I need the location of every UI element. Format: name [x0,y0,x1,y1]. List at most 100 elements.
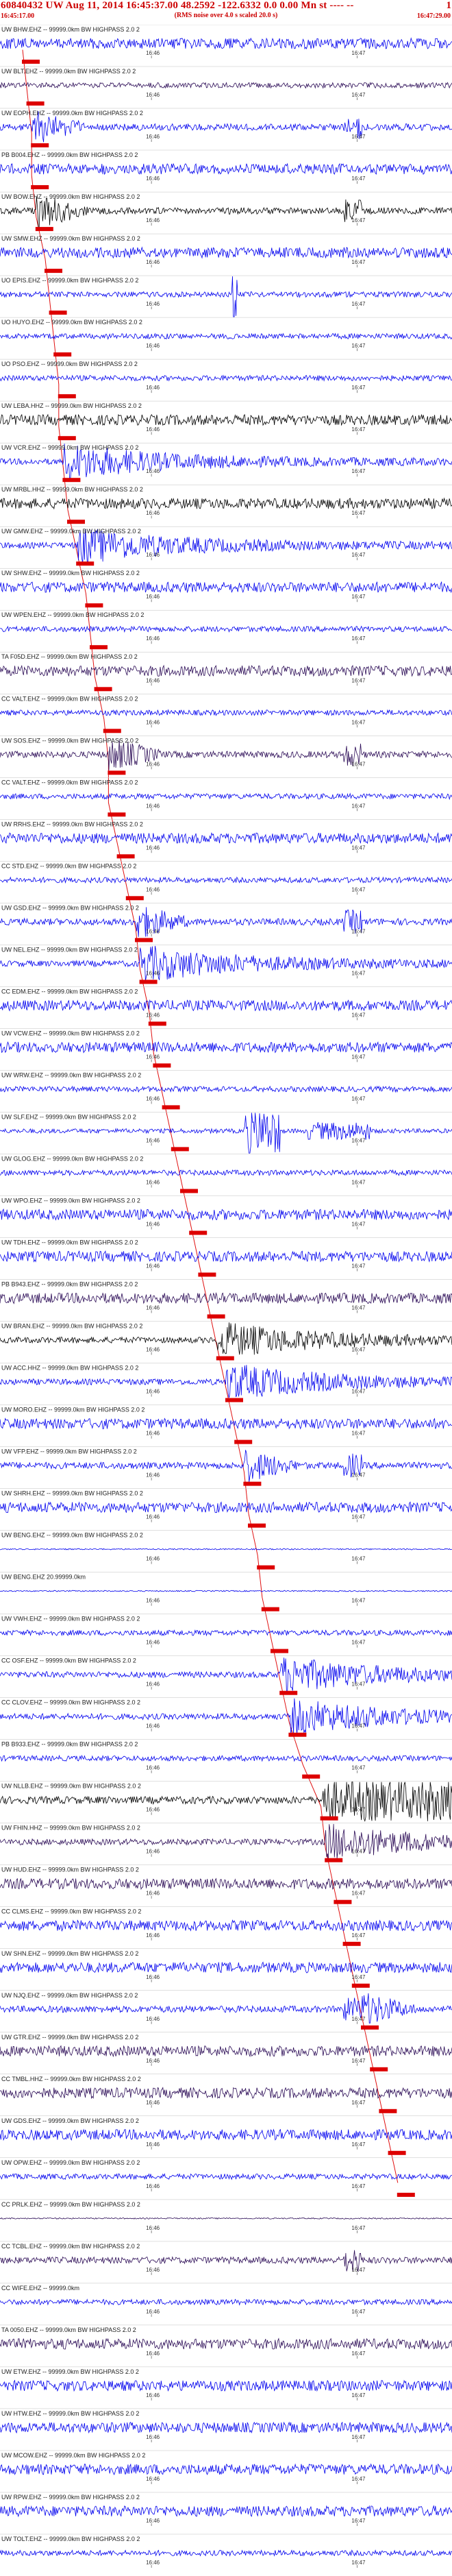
channel-1: UW BLT.EHZ -- 99999.0km BW HIGHPASS 2.0 … [0,66,452,106]
pick-marker [45,269,62,274]
channel-label: UW WRW.EHZ -- 99999.0km BW HIGHPASS 2.0 … [1,1071,141,1078]
time-tick-label: 16:47 [351,552,366,558]
channel-18: CC VALT.EHZ -- 99999.0km BW HIGHPASS 2.0… [0,777,452,817]
pick-marker [67,520,85,524]
channel-41: PB B933.EHZ -- 99999.0km BW HIGHPASS 2.0… [0,1739,452,1779]
time-tick-label: 16:47 [351,259,366,265]
channel-25: UW WRW.EHZ -- 99999.0km BW HIGHPASS 2.0 … [0,1070,452,1110]
time-tick-label: 16:47 [351,761,366,767]
time-tick-label: 16:47 [351,1431,366,1437]
channel-label: UW BRAN.EHZ -- 99999.0km BW HIGHPASS 2.0… [1,1323,142,1330]
time-tick-label: 16:46 [146,845,160,851]
channel-label: PB B933.EHZ -- 99999.0km BW HIGHPASS 2.0… [1,1741,138,1748]
time-tick-label: 16:47 [351,426,366,433]
time-tick-label: 16:46 [146,719,160,725]
channel-label: UW VFP.EHZ -- 99999.0km BW HIGHPASS 2.0 … [1,1448,137,1455]
time-tick-label: 16:46 [146,217,160,223]
time-tick-label: 16:46 [146,426,160,433]
channel-label: UW HUD.EHZ -- 99999.0km BW HIGHPASS 2.0 … [1,1867,139,1873]
time-tick-label: 16:47 [351,2058,366,2064]
time-tick-label: 16:47 [351,2392,366,2398]
channel-48: UW GTR.EHZ -- 99999.0km BW HIGHPASS 2.0 … [0,2032,452,2071]
time-tick-label: 16:47 [351,677,366,683]
time-tick-label: 16:47 [351,1807,366,1813]
time-tick-label: 16:47 [351,1472,366,1479]
time-tick-label: 16:47 [351,635,366,642]
time-tick-label: 16:46 [146,92,160,98]
channel-31: UW BRAN.EHZ -- 99999.0km BW HIGHPASS 2.0… [0,1321,452,1361]
time-tick-label: 16:46 [146,2058,160,2064]
time-tick-label: 16:47 [351,2309,366,2315]
channel-32: UW ACC.HHZ -- 99999.0km BW HIGHPASS 2.0 … [0,1363,452,1402]
pick-marker [189,1230,208,1235]
trace-waveform [0,1250,452,1263]
trace-waveform [0,1418,452,1430]
time-tick-label: 16:47 [351,2476,366,2482]
channel-5: UW SMW.EHZ -- 99999.0km BW HIGHPASS 2.0 … [0,233,452,274]
channel-label: UW LEBA.HHZ -- 99999.0km BW HIGHPASS 2.0… [1,402,142,409]
time-tick-label: 16:46 [146,2183,160,2189]
time-tick-label: 16:46 [146,886,160,892]
pick-marker [53,352,72,357]
pick-marker [248,1523,266,1528]
pick-marker [135,938,153,943]
time-tick-label: 16:47 [351,1012,366,1018]
time-tick-label: 16:46 [146,803,160,809]
channel-12: UW GMW.EHZ -- 99999.0km BW HIGHPASS 2.0 … [0,526,452,566]
pick-marker [108,812,126,817]
trace-waveform [0,792,452,801]
time-tick-label: 16:46 [146,1222,160,1228]
pick-marker [198,1272,216,1277]
pick-marker [325,1858,343,1862]
channel-57: UW HTW.EHZ -- 99999.0km BW HIGHPASS 2.0 … [0,2408,452,2442]
pick-marker [94,687,112,692]
time-tick-label: 16:46 [146,1431,160,1437]
time-tick-label: 16:46 [146,134,160,140]
trace-waveform [0,1501,452,1514]
channel-35: UW SHRH.EHZ -- 99999.0km BW HIGHPASS 2.0… [0,1488,452,1528]
channel-label: UW GTR.EHZ -- 99999.0km BW HIGHPASS 2.0 … [1,2034,138,2041]
time-tick-label: 16:46 [146,2267,160,2273]
channel-4: UW BOW.EHZ -- 99999.0km BW HIGHPASS 2.0 … [0,191,452,232]
time-tick-label: 16:46 [146,1054,160,1060]
channel-44: UW HUD.EHZ -- 99999.0km BW HIGHPASS 2.0 … [0,1864,452,1904]
channel-label: UW BHW.EHZ -- 99999.0km BW HIGHPASS 2.0 … [1,26,140,33]
pick-marker [103,729,121,733]
time-tick-label: 16:47 [351,1974,366,1980]
channel-label: UO EPIS.EHZ -- 99999.0km BW HIGHPASS 2.0… [1,277,138,284]
channel-53: CC TCBL.EHZ -- 99999.0km BW HIGHPASS 2.0… [0,2241,452,2275]
time-tick-label: 16:46 [146,1095,160,1102]
time-tick-label: 16:47 [351,1222,366,1228]
pick-marker [108,770,126,775]
time-tick-label: 16:47 [351,1723,366,1729]
pick-marker [31,143,49,147]
channel-39: CC OSF.EHZ -- 99999.0km BW HIGHPASS 2.0 … [0,1655,452,1695]
channel-label: UW BOW.EHZ -- 99999.0km BW HIGHPASS 2.0 … [1,193,140,200]
channel-3: PB B004.EHZ -- 99999.0km BW HIGHPASS 2.0… [0,149,452,190]
time-tick-label: 16:47 [351,2560,366,2566]
seismogram-plot: UW BHW.EHZ -- 99999.0km BW HIGHPASS 2.0 … [0,25,452,2568]
channel-47: UW NJQ.EHZ -- 99999.0km BW HIGHPASS 2.0 … [0,1990,452,2030]
time-tick-label: 16:46 [146,1681,160,1688]
time-tick-label: 16:46 [146,552,160,558]
time-tick-label: 16:46 [146,468,160,474]
time-tick-label: 16:47 [351,594,366,600]
channel-label: CC PRLK.EHZ -- 99999.0km BW HIGHPASS 2.0… [1,2201,140,2208]
channel-label: CC TCBL.EHZ -- 99999.0km BW HIGHPASS 2.0… [1,2243,140,2250]
channel-label: UW ACC.HHZ -- 99999.0km BW HIGHPASS 2.0 … [1,1365,138,1372]
trace-waveform [0,2173,452,2180]
time-tick-label: 16:46 [146,385,160,391]
channel-33: UW MORO.EHZ -- 99999.0km BW HIGHPASS 2.0… [0,1405,452,1444]
pick-marker [271,1649,288,1653]
channel-14: UW WPEN.EHZ -- 99999.0km BW HIGHPASS 2.0… [0,609,452,650]
pick-marker [125,896,144,901]
time-tick-label: 16:46 [146,928,160,934]
channel-label: UW BLT.EHZ -- 99999.0km BW HIGHPASS 2.0 … [1,68,136,75]
channel-label: UO HUYO.EHZ -- 99999.0km BW HIGHPASS 2.0… [1,319,142,326]
channel-50: UW GDS.EHZ -- 99999.0km BW HIGHPASS 2.0 … [0,2115,452,2155]
channel-label: UW BENG.EHZ -- 99999.0km BW HIGHPASS 2.0… [1,1532,143,1539]
pick-marker [334,1899,352,1904]
channel-label: CC OSF.EHZ -- 99999.0km BW HIGHPASS 2.0 … [1,1657,136,1664]
time-tick-label: 16:46 [146,2309,160,2315]
channel-label: UW MRBL.HHZ -- 99999.0km BW HIGHPASS 2.0… [1,486,143,493]
